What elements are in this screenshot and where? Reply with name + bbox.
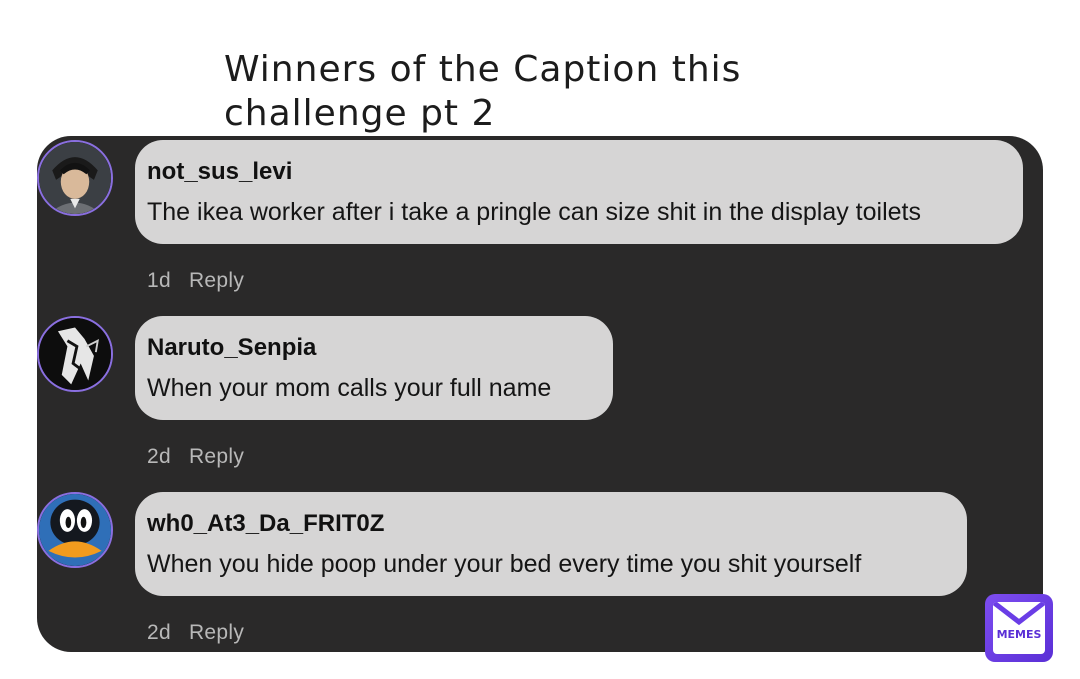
memes-logo: MEMES [985,594,1053,662]
reply-button[interactable]: Reply [189,445,244,469]
comment-bubble: Naruto_Senpia When your mom calls your f… [135,316,613,420]
comment-time: 2d [147,621,171,644]
comment-bubble: wh0_At3_Da_FRIT0Z When you hide poop und… [135,492,967,596]
comment-meta: 2d Reply [147,445,244,469]
page-title: Winners of the Caption this challenge pt… [224,49,742,134]
comment-text: The ikea worker after i take a pringle c… [147,198,921,226]
comment-username[interactable]: wh0_At3_Da_FRIT0Z [147,510,384,538]
comment-time: 1d [147,269,171,292]
envelope-icon: MEMES [993,602,1045,654]
avatar[interactable] [37,316,113,392]
logo-text: MEMES [996,628,1042,641]
reply-button[interactable]: Reply [189,621,244,645]
comment-username[interactable]: not_sus_levi [147,158,292,186]
comment-username[interactable]: Naruto_Senpia [147,334,316,362]
comment-meta: 1d Reply [147,269,244,293]
comments-panel: not_sus_levi The ikea worker after i tak… [37,136,1043,652]
comment-meta: 2d Reply [147,621,244,645]
reply-button[interactable]: Reply [189,269,244,293]
comment-bubble: not_sus_levi The ikea worker after i tak… [135,140,1023,244]
avatar[interactable] [37,492,113,568]
comment-text: When you hide poop under your bed every … [147,550,862,578]
comment-time: 2d [147,445,171,468]
avatar[interactable] [37,140,113,216]
comment-text: When your mom calls your full name [147,374,552,402]
